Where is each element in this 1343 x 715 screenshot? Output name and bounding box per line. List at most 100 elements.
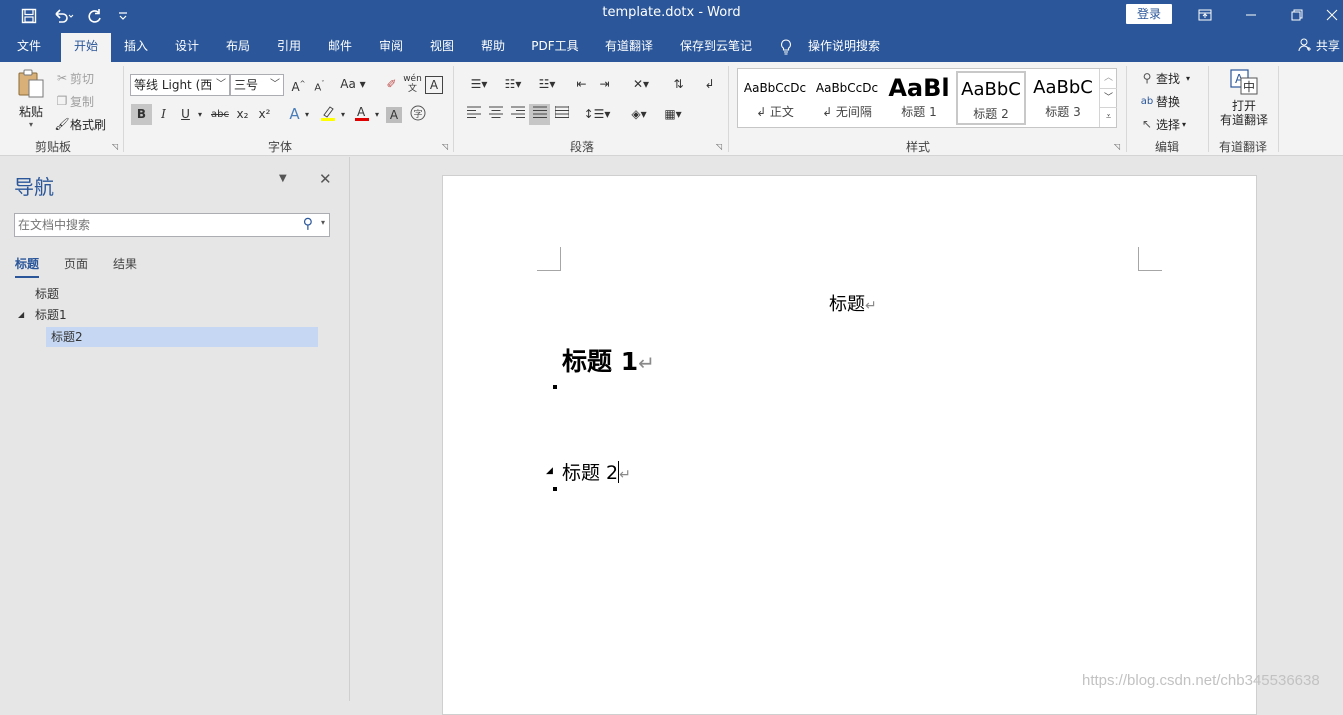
nav-tab-pages[interactable]: 页面 [64,255,88,272]
borders-icon[interactable]: ▦▾ [658,104,688,125]
collapse-triangle-icon[interactable]: ◢ [18,305,30,325]
text-effects-dropdown-icon[interactable]: ▾ [302,104,312,125]
redo-icon[interactable] [84,0,106,31]
bullets-icon[interactable]: ☰▾ [463,74,495,95]
clear-formatting-icon[interactable]: ✐ [381,74,402,95]
tell-me-search[interactable]: 操作说明搜索 [802,31,886,62]
increase-indent-icon[interactable]: ⇥ [594,74,615,95]
highlight-icon[interactable] [317,104,338,125]
underline-button[interactable]: U [175,104,196,125]
tab-design[interactable]: 设计 [167,31,207,62]
doc-title-paragraph[interactable]: 标题↵ [829,290,877,316]
style-no-spacing[interactable]: AaBbCcDc ↲ 无间隔 [812,71,882,125]
login-button[interactable]: 登录 [1126,4,1172,24]
close-icon[interactable]: ✕ [319,170,332,188]
grow-font-icon[interactable]: A^ [288,74,309,95]
restore-icon[interactable] [1274,0,1320,29]
open-youdao-button[interactable]: A中 打开 有道翻译 [1216,68,1272,127]
character-border-icon[interactable]: A [425,76,443,94]
chevron-up-icon[interactable]: ︿ [1100,69,1117,88]
style-normal[interactable]: AaBbCcDc ↲ 正文 [740,71,810,125]
doc-heading1-paragraph[interactable]: 标题 1↵ [562,342,655,378]
search-icon[interactable]: ⚲ [303,216,313,232]
style-heading-2[interactable]: AaBbC 标题 2 [956,71,1026,125]
decrease-indent-icon[interactable]: ⇤ [571,74,592,95]
format-painter-button[interactable]: 🖌 格式刷 [54,114,106,134]
style-heading-3[interactable]: AaBbC 标题 3 [1028,71,1098,125]
tab-file[interactable]: 文件 [8,31,50,62]
select-button[interactable]: ↖ 选择 ▾ [1138,114,1186,134]
replace-button[interactable]: ab 替换 [1138,91,1180,111]
close-icon[interactable] [1320,0,1343,29]
align-center-icon[interactable] [485,104,506,125]
find-button[interactable]: ⚲ 查找 ▾ [1138,68,1190,88]
chevron-down-icon[interactable]: ﹀ [1100,88,1117,107]
copy-button[interactable]: ❐ 复制 [54,91,94,111]
collapse-triangle-icon[interactable]: ◢ [546,466,553,476]
nav-heading-item[interactable]: 标题1 [35,305,235,325]
line-spacing-icon[interactable]: ↕☰▾ [582,104,612,125]
tab-mailings[interactable]: 邮件 [320,31,360,62]
tab-pdf-tools[interactable]: PDF工具 [524,31,586,62]
tab-view[interactable]: 视图 [422,31,462,62]
underline-dropdown-icon[interactable]: ▾ [195,104,205,125]
distributed-icon[interactable] [551,104,572,125]
tab-save-to-cloud-note[interactable]: 保存到云笔记 [672,31,760,62]
highlight-dropdown-icon[interactable]: ▾ [338,104,348,125]
shading-icon[interactable]: ◈▾ [624,104,654,125]
save-icon[interactable] [18,0,40,31]
tab-help[interactable]: 帮助 [473,31,513,62]
tab-home[interactable]: 开始 [61,33,111,62]
tab-youdao-translate[interactable]: 有道翻译 [598,31,660,62]
bold-button[interactable]: B [131,104,152,125]
more-styles-icon[interactable]: ⩡ [1100,107,1117,126]
tab-insert[interactable]: 插入 [116,31,156,62]
nav-search-input[interactable] [15,214,285,236]
align-left-icon[interactable] [463,104,484,125]
minimize-icon[interactable] [1228,0,1274,29]
font-name-combo[interactable]: 等线 Light (西 ﹀ [130,74,230,96]
ribbon-display-icon[interactable] [1182,0,1228,29]
sort-icon[interactable]: ⇅ [668,74,689,95]
italic-button[interactable]: I [153,104,174,125]
font-color-dropdown-icon[interactable]: ▾ [372,104,382,125]
align-right-icon[interactable] [507,104,528,125]
cut-button[interactable]: ✂ 剪切 [54,68,94,88]
font-launcher-icon[interactable]: ◹ [442,142,448,151]
tab-review[interactable]: 审阅 [371,31,411,62]
clipboard-launcher-icon[interactable]: ◹ [112,142,118,151]
customize-qat-icon[interactable] [114,0,132,31]
show-marks-icon[interactable]: ↲ [699,74,720,95]
character-shading-icon[interactable]: A [386,107,402,123]
chinese-layout-icon[interactable]: ✕▾ [625,74,657,95]
font-color-icon[interactable]: A [351,104,372,125]
multilevel-list-icon[interactable]: ☳▾ [531,74,563,95]
style-heading-1[interactable]: AaBl 标题 1 [884,71,954,125]
shrink-font-icon[interactable]: Aˇ [309,74,330,95]
font-size-combo[interactable]: 三号 ﹀ [230,74,284,96]
undo-icon[interactable] [48,0,78,31]
subscript-button[interactable]: x₂ [232,104,253,125]
numbering-icon[interactable]: ☷▾ [497,74,529,95]
superscript-button[interactable]: x² [254,104,275,125]
nav-tab-headings[interactable]: 标题 [15,255,40,278]
enclose-characters-icon[interactable]: 字 [407,104,428,125]
search-options-dropdown-icon[interactable]: ▾ [321,218,325,227]
styles-launcher-icon[interactable]: ◹ [1114,142,1120,151]
share-button[interactable]: 共享 [1298,31,1343,62]
nav-heading-item-selected[interactable]: 标题2 [46,327,318,347]
group-divider [1208,66,1209,152]
nav-options-chevron-icon[interactable]: ▼ [279,173,287,184]
nav-tab-results[interactable]: 结果 [113,255,137,272]
tab-layout[interactable]: 布局 [218,31,258,62]
doc-heading2-paragraph[interactable]: 标题 2↵ [562,458,631,485]
tab-references[interactable]: 引用 [269,31,309,62]
paragraph-launcher-icon[interactable]: ◹ [716,142,722,151]
paste-button[interactable]: 粘贴 ▾ [12,68,50,129]
document-page[interactable]: 标题↵ 标题 1↵ ◢ 标题 2↵ [442,175,1257,715]
strikethrough-button[interactable]: abc [208,104,232,125]
change-case-button[interactable]: Aa ▾ [338,74,368,95]
nav-heading-item[interactable]: 标题 [35,284,235,304]
justify-icon[interactable] [529,104,550,125]
phonetic-guide-icon[interactable]: wén 文 [402,74,423,95]
